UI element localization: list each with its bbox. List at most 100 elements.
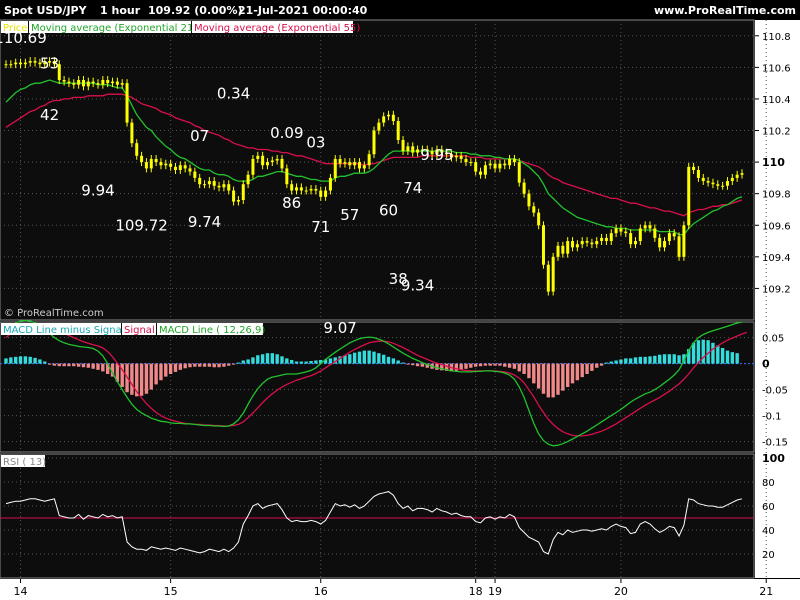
macd-histogram-bar [638,356,643,364]
price-candle [604,237,608,242]
price-candle [23,62,27,65]
price-annotation: 53 [40,54,59,72]
price-candle [653,228,657,238]
macd-histogram-bar [67,363,71,367]
price-candle [561,245,565,254]
macd-histogram-bar [478,363,483,367]
macd-histogram-bar [590,363,594,371]
price-candle [382,116,386,123]
site-link[interactable]: www.ProRealTime.com [654,4,796,17]
price-candle [721,185,725,187]
macd-histogram-bar [285,358,289,364]
price-candle [367,154,371,166]
macd-histogram-bar [595,363,599,368]
timeframe-label: 1 hour [100,4,141,17]
macd-histogram-bar [546,363,551,398]
macd-histogram-bar [672,354,676,364]
price-candle [217,185,221,188]
price-candle [541,225,545,265]
macd-histogram-bar [52,363,57,366]
price-candle [328,177,332,191]
macd-tick-label: -0.05 [762,386,788,397]
macd-legend: MACD Line minus Signal Signal MACD Line … [1,323,265,336]
price-annotation: 07 [190,127,209,145]
price-annotation: 109.72 [115,216,168,234]
macd-histogram-bar [561,363,565,391]
macd-histogram-bar [352,352,357,364]
price-candle [246,174,250,185]
price-candle [474,162,478,172]
macd-tick-label: 0.05 [762,334,784,345]
price-candle [154,158,158,163]
price-candle [86,81,90,87]
price-candle [140,155,144,163]
legend-ema21: Moving average (Exponential 21) [31,23,197,34]
price-tick-label: 109.8 [762,190,791,201]
macd-histogram-bar [236,362,241,364]
price-candle [198,177,202,185]
macd-histogram-bar [144,363,149,394]
price-tick-label: 110.6 [762,63,791,74]
macd-histogram-bar [435,363,439,370]
macd-histogram-bar [348,354,352,364]
macd-histogram-bar [275,354,279,364]
price-candle [735,174,739,178]
macd-histogram-bar [667,354,672,364]
price-candle [716,184,720,186]
price-candle [4,64,8,66]
price-candle [571,241,575,248]
price-candle [91,81,95,84]
price-annotation: 86 [282,194,301,212]
macd-histogram-bar [62,363,66,367]
price-candle [401,140,405,152]
time-tick-label: 15 [164,585,178,598]
macd-histogram-bar [178,363,183,370]
price-candle [280,158,284,169]
macd-histogram-bar [9,357,13,364]
macd-tick-label: 0 [762,358,770,371]
price-candle [730,177,734,182]
macd-histogram-bar [532,363,536,384]
price-tick-label: 109.4 [762,253,791,264]
price-candle [265,162,269,166]
macd-histogram-bar [599,363,604,366]
macd-histogram-bar [159,363,163,381]
price-candle [338,158,342,164]
price-candle [624,231,628,234]
price-candle [101,80,105,85]
macd-histogram-bar [604,362,609,364]
price-candle [251,158,255,175]
macd-histogram-bar [357,351,362,364]
rsi-tick-label: 20 [762,550,775,561]
macd-histogram-bar [415,363,420,367]
price-candle [522,182,526,194]
timestamp: 21-Jul-2021 00:00:40 [238,4,368,17]
price-candle [135,143,139,156]
macd-histogram-bar [473,363,478,367]
macd-histogram-bar [628,358,633,364]
macd-histogram-bar [662,354,667,364]
macd-histogram-bar [13,356,18,364]
macd-histogram-bar [585,363,589,374]
macd-histogram-bar [701,339,705,364]
price-candle [9,64,13,66]
price-candle [159,162,163,166]
macd-histogram-bar [47,363,52,365]
price-candle [406,146,410,152]
price-candle [629,233,633,245]
macd-histogram-bar [551,363,555,398]
macd-histogram-bar [381,354,386,364]
macd-histogram-bar [130,363,134,395]
macd-histogram-bar [367,350,371,364]
macd-histogram-bar [493,363,497,366]
price-candle [111,81,115,84]
macd-histogram-bar [101,363,105,372]
macd-histogram-bar [231,363,236,365]
macd-histogram-bar [193,363,197,367]
chart-title: Spot USD/JPY [4,4,88,17]
macd-histogram-bar [488,363,492,366]
price-candle [188,168,192,172]
macd-histogram-bar [188,363,192,368]
macd-histogram-bar [23,356,28,364]
price-candle [106,80,110,84]
